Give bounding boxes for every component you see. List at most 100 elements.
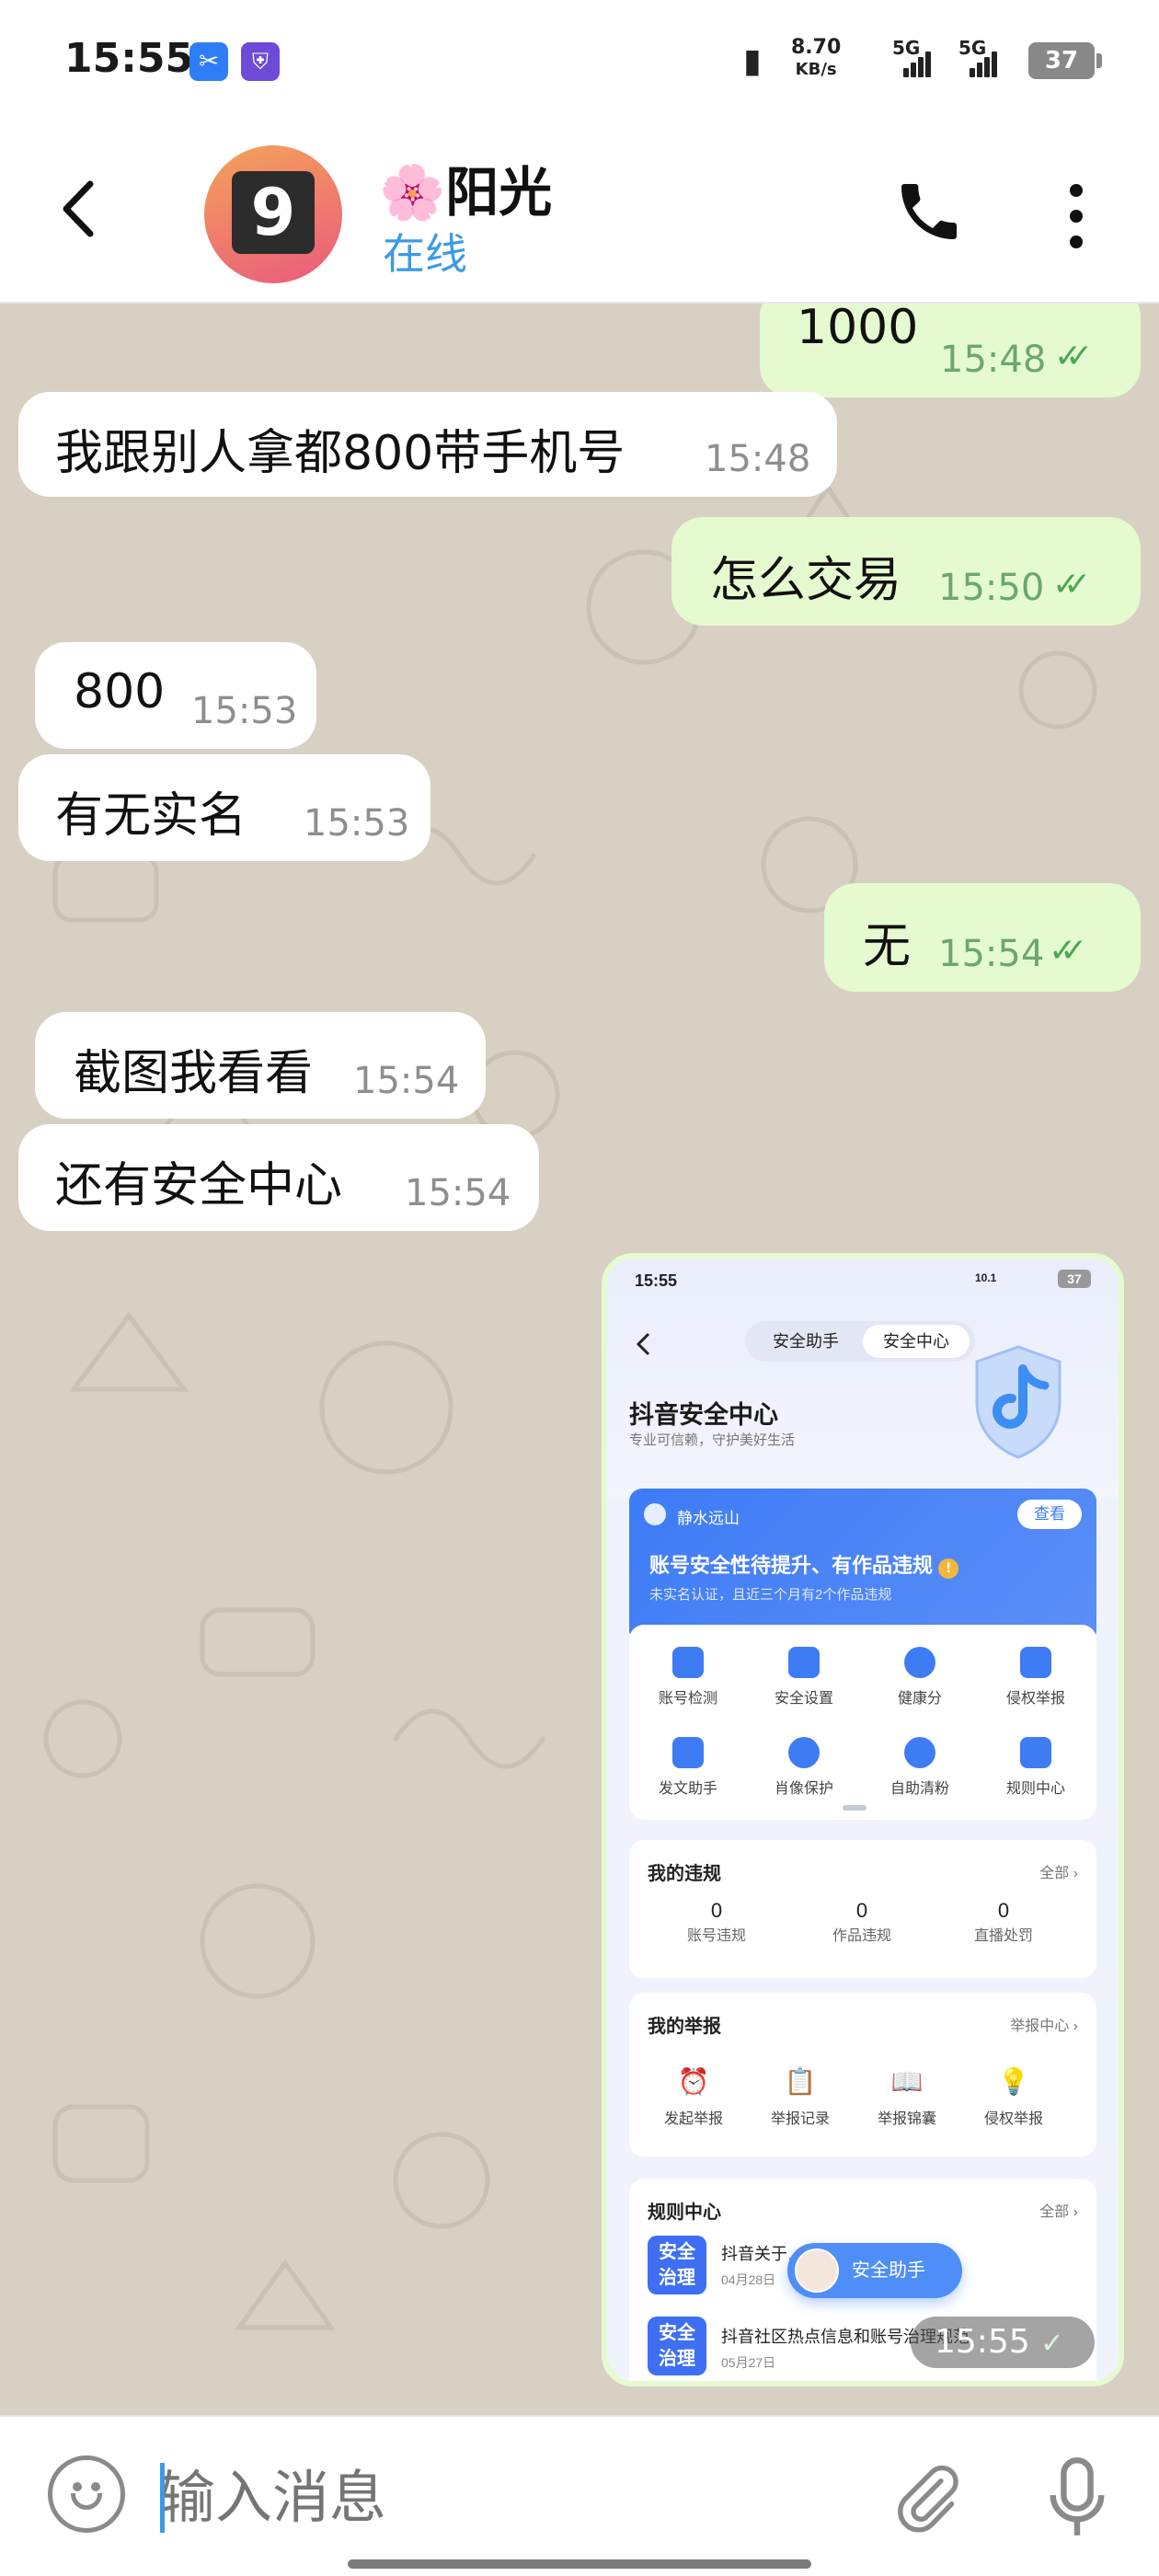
screenshot-title: 抖音安全中心: [629, 1401, 778, 1429]
status-bar: 15:55 ✂ ⛨ ▮ 8.70 KB/s 5G 5G 37: [0, 0, 1159, 120]
call-button[interactable]: [892, 175, 966, 248]
chat-area[interactable]: 1000 15:48 ✓✓ 我跟别人拿都800带手机号 15:48 怎么交易 1…: [0, 304, 1159, 2415]
rules-all-link: 全部 ›: [1039, 2204, 1078, 2220]
signal-bars-2-icon: [962, 50, 999, 77]
lightbulb-icon: 💡: [997, 2067, 1030, 2096]
report-item: 📋 举报记录: [745, 2066, 855, 2128]
message-time: 15:48: [940, 339, 1047, 381]
message-bubble-outgoing[interactable]: 1000 15:48 ✓✓: [760, 304, 1141, 397]
screenshot-alert-title: 账号安全性待提升、有作品违规 !: [649, 1549, 959, 1579]
double-check-icon: ✓✓: [1054, 338, 1094, 375]
alarm-icon: ⏰: [677, 2067, 710, 2096]
screenshot-battery: 37: [1058, 1270, 1091, 1288]
mic-icon: [1050, 2456, 1105, 2536]
message-text: 800: [74, 664, 166, 719]
screenshot-view-button: 查看: [1017, 1500, 1082, 1529]
screenshot-tab-center: 安全中心: [863, 1325, 970, 1358]
safety-governance-badge: 安全 治理: [648, 2236, 706, 2294]
report-item: 💡 侵权举报: [958, 2066, 1069, 2128]
screenshot-reports-card: 我的举报 举报中心 › ⏰ 发起举报 📋 举报记录 📖 举报锦囊 💡 侵权举报: [629, 1993, 1096, 2156]
screenshot-subtitle: 专业可信赖，守护美好生活: [629, 1432, 796, 1448]
voice-message-button[interactable]: [1045, 2454, 1109, 2542]
message-bubble-incoming[interactable]: 800 15:53: [35, 642, 316, 749]
infringement-report-icon: [1020, 1647, 1051, 1678]
screenshot-content: 15:55 10.1 37 安全助手 安全中心 抖音安全中心 专业可信赖，守护美…: [607, 1259, 1119, 2381]
screenshot-tab-assistant: 安全助手: [773, 1332, 839, 1351]
back-icon: [63, 180, 94, 237]
message-bubble-outgoing[interactable]: 无 15:54 ✓✓: [824, 883, 1141, 992]
network-speed-value: 8.70: [791, 36, 842, 59]
clear-fans-icon: [904, 1737, 935, 1768]
attach-button[interactable]: [890, 2459, 964, 2536]
screenshot-status-time: 15:55: [635, 1271, 678, 1290]
screenshot-grid-item: 自助清粉: [865, 1737, 975, 1798]
image-message-time: 15:55 ✓: [911, 2317, 1095, 2368]
battery-indicator: 37: [1028, 42, 1102, 79]
report-item: 📖 举报锦囊: [852, 2066, 962, 2128]
message-bubble-incoming[interactable]: 还有安全中心 15:54: [18, 1124, 539, 1231]
security-settings-icon: [788, 1647, 820, 1678]
screenshot-account-name: 静水远山: [677, 1510, 740, 1527]
message-time: 15:53: [304, 802, 410, 845]
network-speed: 8.70 KB/s: [791, 37, 841, 81]
emoji-button[interactable]: [48, 2455, 125, 2533]
douyin-shield-logo-icon: [975, 1345, 1061, 1459]
report-item: ⏰ 发起举报: [638, 2066, 749, 2128]
message-time: 15:54: [405, 1172, 511, 1214]
screenshot-tools-card: 账号检测 安全设置 健康分 侵权举报 发文助手 肖像保护 自助清粉 规则中心: [629, 1625, 1096, 1820]
status-time: 15:55: [64, 35, 194, 82]
network-speed-unit: KB/s: [795, 60, 837, 79]
message-bubble-outgoing[interactable]: 怎么交易 15:50 ✓✓: [671, 517, 1141, 626]
home-indicator[interactable]: [348, 2559, 811, 2569]
message-text: 怎么交易: [710, 553, 902, 608]
message-time: 15:50: [938, 567, 1045, 609]
health-score-icon: [904, 1647, 935, 1678]
message-text: 1000: [797, 304, 919, 355]
screenshot-grid-item: 肖像保护: [749, 1737, 859, 1798]
post-assistant-icon: [672, 1737, 704, 1768]
screenshot-grid-item: 侵权举报: [981, 1647, 1091, 1708]
contact-name[interactable]: 🌸阳光: [379, 149, 552, 226]
screenshot-grid-item: 发文助手: [633, 1737, 743, 1798]
account-avatar: [644, 1503, 666, 1525]
screenshot-status-speed: 10.1: [975, 1271, 997, 1284]
violations-title: 我的违规: [648, 1864, 721, 1884]
message-bubble-incoming[interactable]: 有无实名 15:53: [18, 754, 430, 861]
reports-title: 我的举报: [648, 2017, 721, 2037]
screenshot-tabs: 安全助手 安全中心: [745, 1321, 975, 1362]
screenshot-grid-item: 健康分: [865, 1647, 975, 1708]
double-check-icon: ✓✓: [1052, 566, 1092, 604]
message-text: 无: [863, 919, 912, 974]
message-time: 15:54: [938, 933, 1045, 975]
message-text: 我跟别人拿都800带手机号: [55, 426, 625, 481]
screenshot-status-bar: 15:55 10.1 37: [607, 1259, 1119, 1292]
violations-all-link: 全部 ›: [1039, 1866, 1078, 1881]
rule-date: 05月27日: [721, 2355, 776, 2370]
message-time: 15:53: [191, 690, 298, 732]
more-options-button[interactable]: [1058, 184, 1095, 248]
chat-header: 9 🌸阳光 在线: [0, 120, 1159, 304]
contact-avatar[interactable]: 9: [204, 145, 342, 283]
violation-stat: 0 作品违规: [832, 1899, 891, 1944]
report-center-link: 举报中心 ›: [1010, 2018, 1078, 2034]
screenshot-safety-helper: 安全助手: [787, 2243, 962, 2298]
violation-stat: 0 直播处罚: [973, 1899, 1033, 1944]
message-bubble-incoming[interactable]: 我跟别人拿都800带手机号 15:48: [18, 392, 837, 497]
phone-icon: [901, 184, 957, 239]
screenshot-grid-item: 账号检测: [633, 1647, 743, 1708]
book-icon: 📖: [890, 2067, 924, 2096]
screenshot-back-icon: [636, 1332, 650, 1356]
safety-governance-badge: 安全 治理: [648, 2317, 706, 2375]
message-input[interactable]: [158, 2455, 848, 2538]
message-bubble-incoming[interactable]: 截图我看看 15:54: [35, 1012, 486, 1119]
avatar-badge: 9: [232, 171, 315, 254]
warning-icon: !: [938, 1558, 959, 1579]
back-button[interactable]: [52, 167, 107, 250]
message-text: 截图我看看: [74, 1046, 314, 1101]
rule-center-icon: [1020, 1737, 1051, 1768]
message-text: 还有安全中心: [55, 1158, 343, 1213]
scan-app-icon: ✂: [189, 42, 228, 81]
emoji-icon: [71, 2493, 102, 2510]
message-time: 15:48: [705, 438, 811, 480]
image-message[interactable]: 15:55 10.1 37 安全助手 安全中心 抖音安全中心 专业可信赖，守护美…: [602, 1253, 1124, 2386]
